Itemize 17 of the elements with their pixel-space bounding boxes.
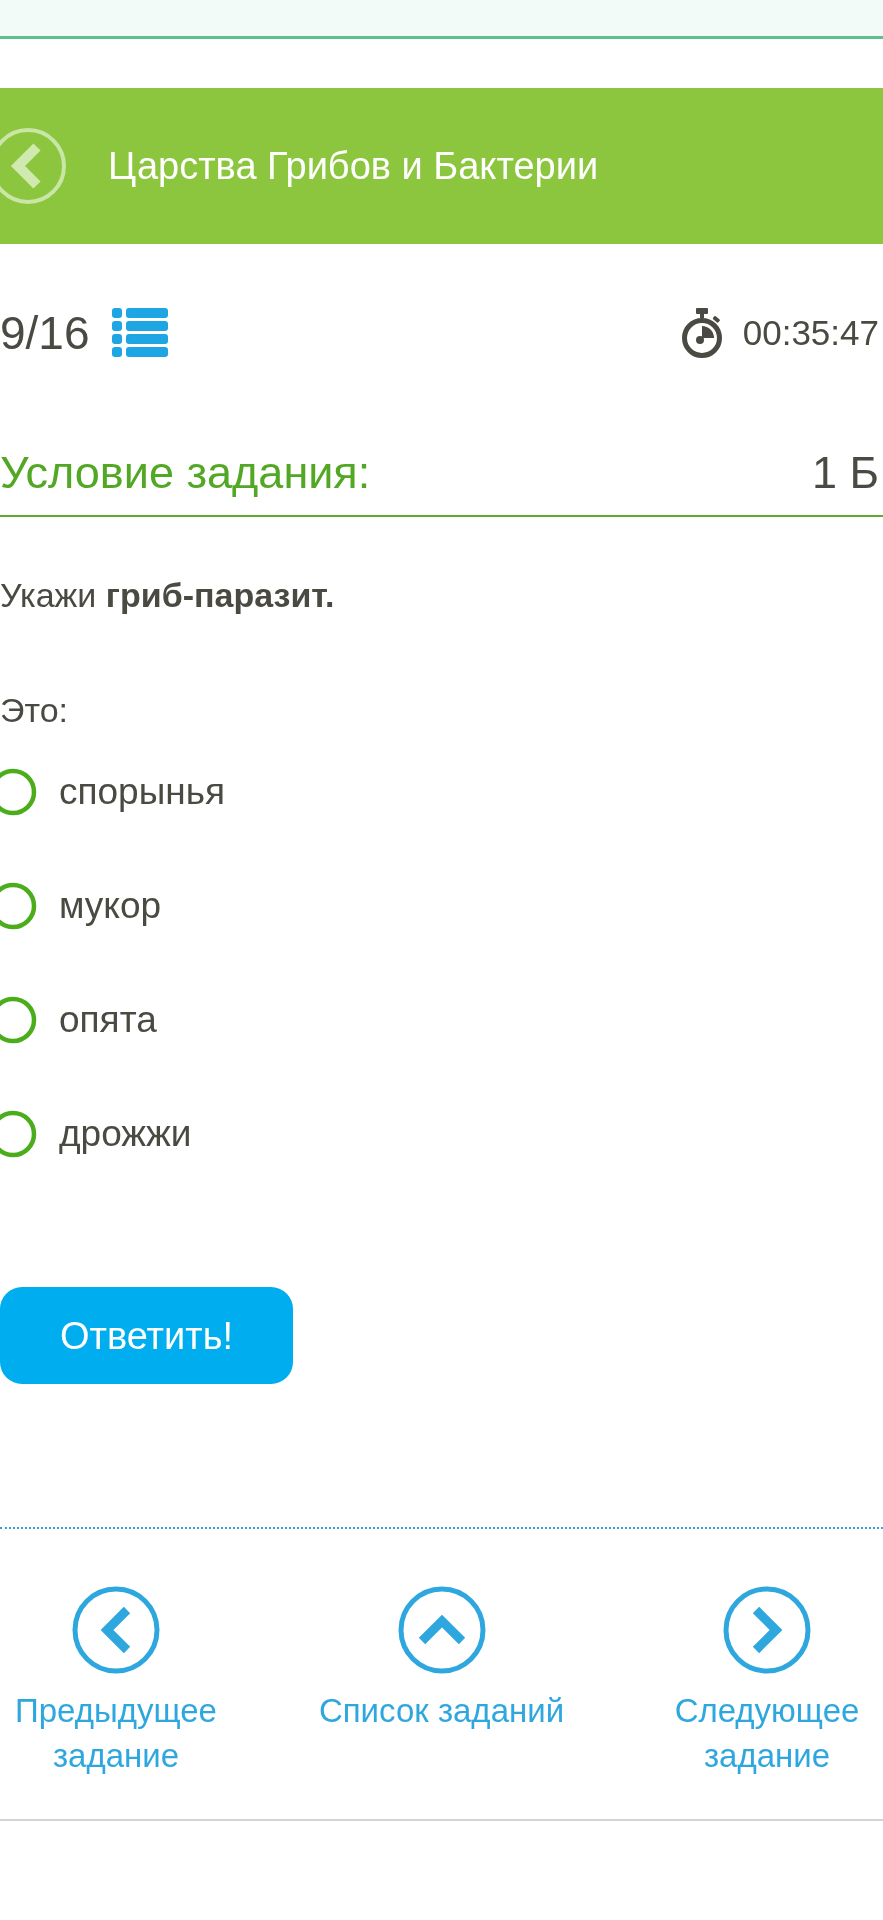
answer-option[interactable]: мукор	[0, 849, 162, 963]
section-heading: Условие задания:	[0, 446, 371, 500]
circle-chevron-left-icon	[0, 126, 68, 206]
question-text: Укажи гриб-паразит.	[0, 575, 335, 616]
points-label: 1 Б	[811, 446, 880, 500]
answer-option[interactable]: дрожжи	[0, 1077, 192, 1191]
circle-chevron-up-icon	[397, 1586, 486, 1674]
prompt-text: Это:	[0, 690, 68, 731]
answer-option[interactable]: спорынья	[0, 735, 226, 849]
back-button[interactable]	[0, 126, 68, 206]
answer-option[interactable]: опята	[0, 963, 157, 1077]
task-counter: 9/16	[0, 306, 90, 361]
circle-chevron-left-icon	[72, 1586, 160, 1674]
circle-chevron-right-icon	[723, 1586, 811, 1674]
list-icon[interactable]	[111, 307, 168, 359]
timer-text: 00:35:47	[742, 312, 879, 354]
page-title: Царства Грибов и Бактерии	[108, 144, 599, 189]
